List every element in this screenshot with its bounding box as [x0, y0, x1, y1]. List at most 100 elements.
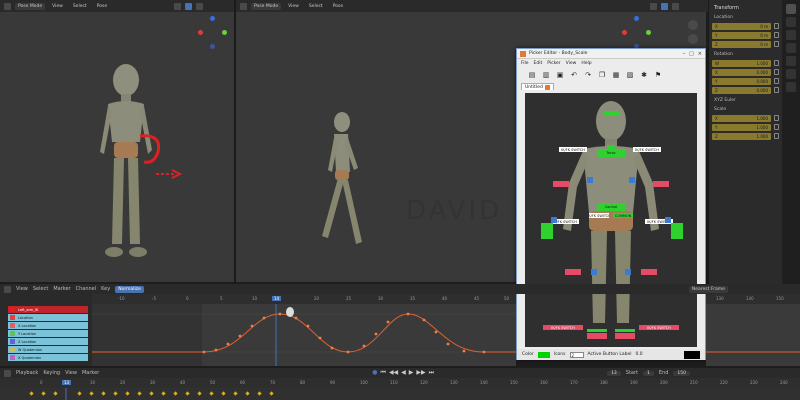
- jump-end-icon[interactable]: ⏭: [429, 369, 434, 377]
- foot-ikfk-right-button[interactable]: IK/FK SWITCH: [639, 325, 679, 330]
- record-icon[interactable]: ●: [372, 369, 377, 377]
- left-menu-select[interactable]: Select: [70, 3, 90, 10]
- rotation-x-field[interactable]: X 0.000: [712, 68, 771, 76]
- timeline-keyframe-track[interactable]: [0, 388, 800, 400]
- animation-tab-icon[interactable]: [786, 56, 796, 66]
- end-frame-field[interactable]: 150: [673, 370, 690, 376]
- mid-menu-pose[interactable]: Pose: [330, 3, 346, 10]
- ikfk-left-button[interactable]: IK/FK SWITCH: [589, 213, 609, 218]
- picker-tab-untitled[interactable]: Untitled: [521, 83, 554, 90]
- open-file-icon[interactable]: ▥: [541, 70, 551, 80]
- view-tab-icon[interactable]: [786, 30, 796, 40]
- new-file-icon[interactable]: ▤: [527, 70, 537, 80]
- create-tab-icon[interactable]: [786, 43, 796, 53]
- channel-row[interactable]: X Quaternion: [8, 354, 88, 361]
- settings-icon[interactable]: ✱: [639, 70, 649, 80]
- lock-icon[interactable]: [774, 133, 779, 139]
- image-icon[interactable]: ▦: [611, 70, 621, 80]
- mid-nav-gizmo[interactable]: [620, 16, 654, 52]
- start-frame-field[interactable]: 1: [643, 370, 654, 376]
- mid-menu-view[interactable]: View: [285, 3, 302, 10]
- location-z-field[interactable]: Z0 m: [712, 40, 771, 48]
- maximize-icon[interactable]: □: [689, 51, 694, 57]
- next-key-icon[interactable]: ▶▶: [416, 369, 425, 377]
- nearest-frame-dropdown[interactable]: Nearest Frame: [688, 285, 728, 293]
- hand-left-button[interactable]: [541, 223, 553, 239]
- tool-tab-icon[interactable]: [786, 17, 796, 27]
- timeline-ruler[interactable]: 0 13 10 20 30 40 50 60 70 80 90 100 110 …: [0, 378, 800, 388]
- channel-row[interactable]: Y Location: [8, 330, 88, 337]
- left-menu-view[interactable]: View: [49, 3, 66, 10]
- timeline-menu-keying[interactable]: Keying: [43, 370, 60, 376]
- root-control-button[interactable]: Control: [597, 203, 625, 211]
- graph-menu-select[interactable]: Select: [33, 286, 48, 292]
- foot-ikfk-left-button[interactable]: IK/FK SWITCH: [543, 325, 583, 330]
- channel-row[interactable]: X Location: [8, 322, 88, 329]
- color-swatch[interactable]: [537, 351, 550, 358]
- scale-x-field[interactable]: X 1.000: [712, 114, 771, 122]
- lock-icon[interactable]: [774, 32, 779, 38]
- xray-icon[interactable]: [185, 2, 193, 10]
- undo-icon[interactable]: ↶: [569, 70, 579, 80]
- left-3d-viewport[interactable]: [0, 12, 234, 282]
- play-icon[interactable]: ▶: [409, 369, 414, 377]
- mid-mode-dropdown[interactable]: Pose Mode: [251, 2, 282, 10]
- timeline-menu-playback[interactable]: Playback: [16, 370, 38, 376]
- neck-button[interactable]: [607, 145, 615, 149]
- graph-curve-area-right[interactable]: [706, 304, 800, 366]
- pin-icon[interactable]: ⚑: [653, 70, 663, 80]
- editor-type-icon-2[interactable]: [240, 2, 247, 10]
- scale-y-field[interactable]: Y 1.000: [712, 123, 771, 131]
- picker-titlebar[interactable]: Picker Editor - Body_Scale – □ ×: [517, 49, 705, 59]
- leg-right-button[interactable]: [625, 269, 631, 275]
- lock-icon[interactable]: [774, 124, 779, 130]
- graph-menu-view[interactable]: View: [16, 286, 28, 292]
- graph-menu-channel[interactable]: Channel: [76, 286, 97, 292]
- picker-menu-file[interactable]: File: [521, 61, 529, 66]
- graph-editor-icon[interactable]: [4, 285, 11, 293]
- foot-left-button[interactable]: [587, 333, 607, 339]
- common-button[interactable]: COMMON: [613, 213, 633, 218]
- picker-menu-picker[interactable]: Picker: [547, 61, 560, 66]
- torso-button[interactable]: Torso: [597, 149, 625, 157]
- rotation-y-field[interactable]: Y 0.000: [712, 77, 771, 85]
- tab-close-icon[interactable]: [544, 84, 550, 90]
- lock-icon[interactable]: [774, 23, 779, 29]
- timeline-menu-marker[interactable]: Marker: [82, 370, 99, 376]
- picker-canvas[interactable]: Torso IK/FK SWITCH IK/FK SWITCH Control …: [525, 93, 697, 347]
- graph-curve-area[interactable]: [92, 304, 516, 366]
- toe-right-button[interactable]: [615, 329, 635, 332]
- timeline-menu-view[interactable]: View: [65, 370, 77, 376]
- channel-row[interactable]: W Quaternion: [8, 346, 88, 353]
- rotation-mode-label[interactable]: XYZ Euler: [714, 98, 779, 103]
- timeline-editor-icon[interactable]: [4, 369, 11, 377]
- save-icon[interactable]: ▣: [555, 70, 565, 80]
- knee-left-button[interactable]: [565, 269, 581, 275]
- clavicle-left-button[interactable]: [587, 177, 593, 183]
- foot-right-button[interactable]: [615, 333, 635, 339]
- normalize-toggle[interactable]: Normalize: [115, 285, 144, 293]
- graph-menu-marker[interactable]: Marker: [53, 286, 70, 292]
- shading-icon-2[interactable]: [672, 2, 680, 10]
- toe-left-button[interactable]: [587, 329, 607, 332]
- channel-row[interactable]: Z Location: [8, 338, 88, 345]
- overlay-icon[interactable]: [174, 2, 182, 10]
- picker-tab-icon[interactable]: [786, 82, 796, 92]
- picker-menu-help[interactable]: Help: [581, 61, 591, 66]
- left-mode-dropdown[interactable]: Pose Mode: [15, 2, 46, 10]
- channel-row[interactable]: Location: [8, 314, 88, 321]
- pan-icon[interactable]: [688, 34, 698, 44]
- leg-left-button[interactable]: [591, 269, 597, 275]
- location-y-field[interactable]: Y0 m: [712, 31, 771, 39]
- shading-icon[interactable]: [196, 2, 204, 10]
- lock-icon[interactable]: [774, 78, 779, 84]
- minimize-icon[interactable]: –: [683, 51, 686, 57]
- arm-ikfk-left-button[interactable]: IK/FK SWITCH: [559, 147, 587, 152]
- xray-icon-2[interactable]: [661, 2, 669, 10]
- channel-row[interactable]: Left_arm_IK: [8, 306, 88, 313]
- editor-type-icon[interactable]: [4, 2, 11, 10]
- lock-icon[interactable]: [774, 115, 779, 121]
- wrist-left-button[interactable]: [551, 217, 557, 223]
- location-x-field[interactable]: X0 m: [712, 22, 771, 30]
- rotation-z-field[interactable]: Z 0.000: [712, 86, 771, 94]
